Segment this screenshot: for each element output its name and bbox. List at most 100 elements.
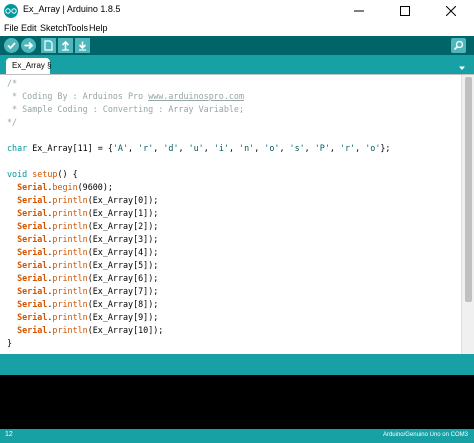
comment-text: * Coding By : Arduinos Pro <box>7 91 149 101</box>
code-area[interactable]: /* * Coding By : Arduinos Pro www.arduin… <box>0 75 461 355</box>
array-item: 'A' <box>112 143 129 153</box>
minimize-icon <box>354 10 364 12</box>
open-button[interactable] <box>58 38 73 53</box>
println-args: (Ex_Array[3]); <box>87 234 159 244</box>
setup-open: () { <box>57 169 78 179</box>
println-args: (Ex_Array[2]); <box>87 221 159 231</box>
serial-object: Serial <box>17 221 48 231</box>
magnifier-icon <box>453 40 464 51</box>
serial-object: Serial <box>17 247 48 257</box>
console-output[interactable] <box>0 375 474 429</box>
array-item: 'r' <box>340 143 356 153</box>
code-line: */ <box>7 117 18 127</box>
println-line: Serial.println(Ex_Array[0]); <box>17 195 159 205</box>
status-bar <box>0 354 474 375</box>
array-item: 'u' <box>188 143 204 153</box>
serial-begin-line: Serial.begin(9600); <box>17 182 113 192</box>
arduino-app-icon <box>4 4 18 18</box>
println-line: Serial.println(Ex_Array[5]); <box>17 260 159 270</box>
println-args: (Ex_Array[9]); <box>87 312 159 322</box>
menu-edit[interactable]: Edit <box>21 23 37 33</box>
window-title: Ex_Array | Arduino 1.8.5 <box>23 4 121 14</box>
array-close: }; <box>380 143 391 153</box>
array-item: 'd' <box>163 143 179 153</box>
println-line: Serial.println(Ex_Array[9]); <box>17 312 159 322</box>
save-icon <box>78 41 87 51</box>
title-bar: Ex_Array | Arduino 1.8.5 <box>0 0 474 22</box>
maximize-button[interactable] <box>382 0 428 22</box>
println-function: println <box>52 286 88 296</box>
array-item: 'r' <box>138 143 154 153</box>
menu-tools[interactable]: Tools <box>67 23 88 33</box>
minimize-button[interactable] <box>336 0 382 22</box>
chevron-down-icon <box>459 66 465 70</box>
new-button[interactable] <box>41 38 56 53</box>
save-button[interactable] <box>75 38 90 53</box>
println-function: println <box>52 247 88 257</box>
code-editor[interactable]: /* * Coding By : Arduinos Pro www.arduin… <box>0 74 474 355</box>
println-function: println <box>52 299 88 309</box>
println-args: (Ex_Array[10]); <box>87 325 164 335</box>
println-line: Serial.println(Ex_Array[10]); <box>17 325 164 335</box>
setup-function-name: setup <box>32 169 58 179</box>
serial-object: Serial <box>17 208 48 218</box>
tab-label: Ex_Array § <box>12 61 52 70</box>
serial-object: Serial <box>17 286 48 296</box>
println-line: Serial.println(Ex_Array[8]); <box>17 299 159 309</box>
menu-bar: File Edit Sketch Tools Help <box>0 22 474 36</box>
println-line: Serial.println(Ex_Array[2]); <box>17 221 159 231</box>
serial-object: Serial <box>17 182 48 192</box>
code-line: * Sample Coding : Converting : Array Var… <box>7 104 244 114</box>
open-icon <box>61 40 70 51</box>
comment-link[interactable]: www.arduinospro.com <box>148 91 244 101</box>
println-function: println <box>52 260 88 270</box>
array-item: 's' <box>289 143 305 153</box>
code-line: /* <box>7 78 18 88</box>
upload-button[interactable] <box>21 38 36 53</box>
scrollbar-thumb[interactable] <box>465 77 472 302</box>
println-function: println <box>52 273 88 283</box>
menu-sketch[interactable]: Sketch <box>40 23 68 33</box>
tab-ex-array[interactable]: Ex_Array § <box>6 58 52 74</box>
println-function: println <box>52 221 88 231</box>
array-declaration-line: char Ex_Array[11] = {'A', 'r', 'd', 'u',… <box>7 143 391 153</box>
menu-file[interactable]: File <box>4 23 19 33</box>
verify-button[interactable] <box>4 38 19 53</box>
println-args: (Ex_Array[0]); <box>87 195 159 205</box>
line-number: 12 <box>5 431 13 438</box>
close-button[interactable] <box>428 0 474 22</box>
println-function: println <box>52 312 88 322</box>
println-line: Serial.println(Ex_Array[4]); <box>17 247 159 257</box>
println-args: (Ex_Array[1]); <box>87 208 159 218</box>
upload-icon <box>24 41 34 50</box>
begin-function: begin <box>52 182 78 192</box>
begin-args: (9600); <box>77 182 113 192</box>
toolbar <box>0 36 474 55</box>
close-icon <box>446 6 456 16</box>
serial-object: Serial <box>17 260 48 270</box>
serial-object: Serial <box>17 195 48 205</box>
println-args: (Ex_Array[4]); <box>87 247 159 257</box>
maximize-icon <box>400 6 410 16</box>
array-item: 'n' <box>239 143 255 153</box>
serial-object: Serial <box>17 299 48 309</box>
bottom-status-bar: 12 Arduino/Genuino Uno on COM3 <box>0 429 474 443</box>
println-args: (Ex_Array[6]); <box>87 273 159 283</box>
tab-menu-button[interactable] <box>456 59 468 71</box>
menu-help[interactable]: Help <box>89 23 108 33</box>
serial-object: Serial <box>17 234 48 244</box>
println-line: Serial.println(Ex_Array[1]); <box>17 208 159 218</box>
closing-brace-line: } <box>7 338 13 348</box>
println-function: println <box>52 234 88 244</box>
editor-scrollbar[interactable] <box>461 75 474 355</box>
board-port-info: Arduino/Genuino Uno on COM3 <box>382 432 468 438</box>
keyword-void: void <box>7 169 28 179</box>
println-args: (Ex_Array[5]); <box>87 260 159 270</box>
array-item: 'o' <box>365 143 381 153</box>
serial-monitor-button[interactable] <box>451 38 466 53</box>
tab-bar: Ex_Array § <box>0 55 474 74</box>
println-args: (Ex_Array[7]); <box>87 286 159 296</box>
serial-object: Serial <box>17 325 48 335</box>
code-line: * Coding By : Arduinos Pro www.arduinosp… <box>7 90 244 103</box>
println-args: (Ex_Array[8]); <box>87 299 159 309</box>
